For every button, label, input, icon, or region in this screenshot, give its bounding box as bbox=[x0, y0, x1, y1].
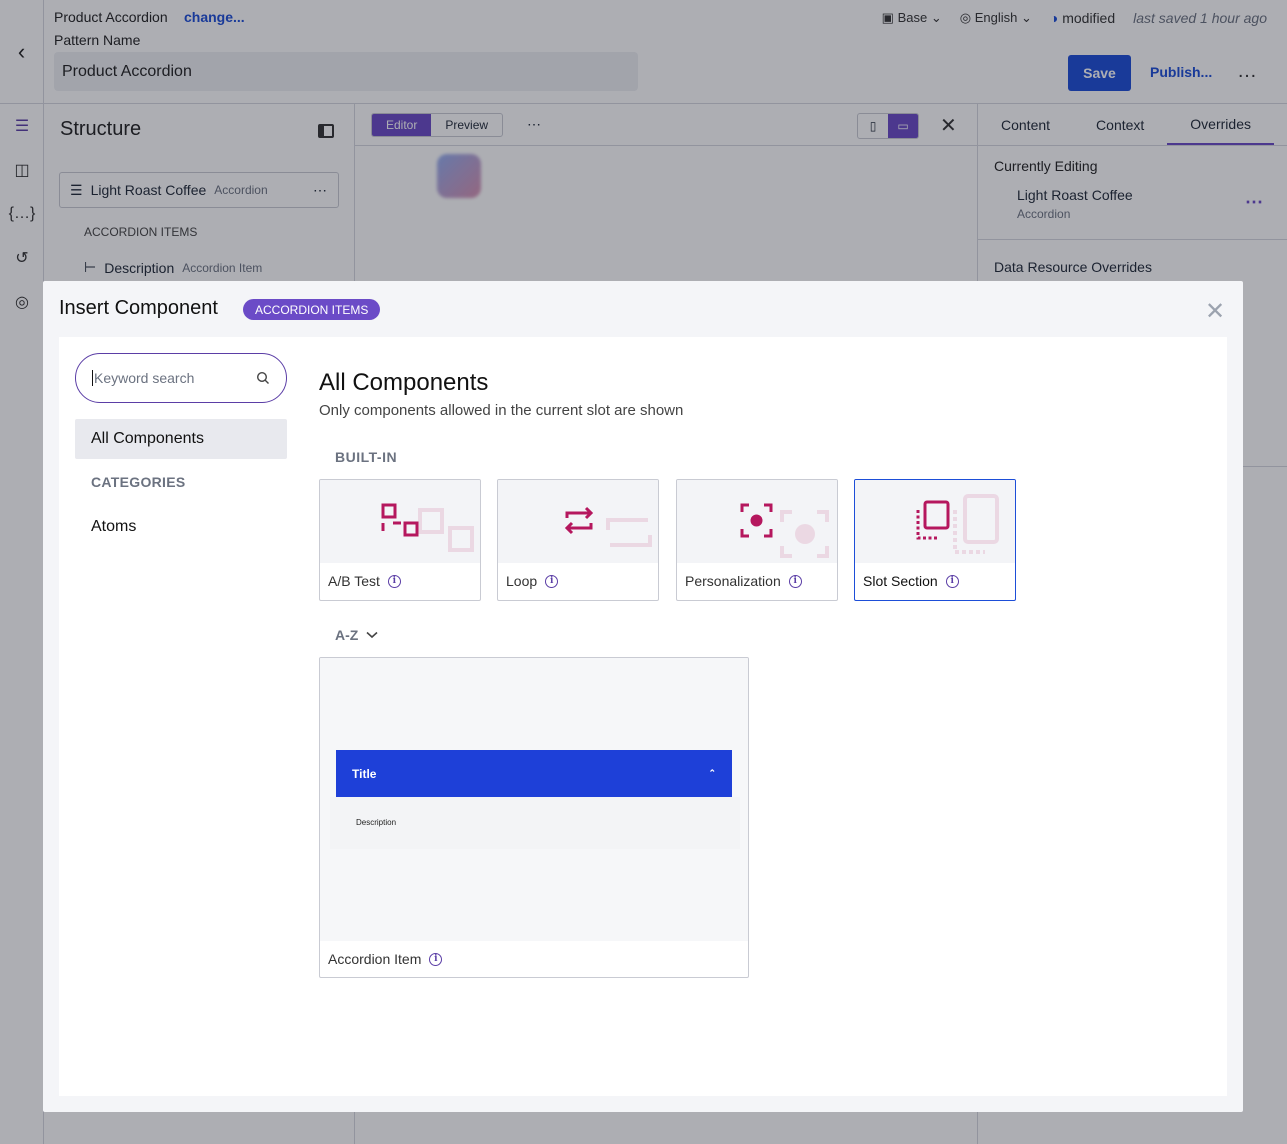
loop-icon bbox=[564, 506, 652, 547]
categories-heading: CATEGORIES bbox=[91, 474, 186, 490]
card-label: Slot Section i bbox=[863, 573, 959, 589]
search-icon bbox=[256, 371, 269, 384]
modal-body: Keyword search All Components CATEGORIES… bbox=[59, 337, 1227, 1096]
component-card-slot-section[interactable]: Slot Section i bbox=[854, 479, 1016, 601]
ab-test-icon bbox=[381, 503, 474, 552]
preview-title: Title bbox=[352, 766, 377, 781]
component-card-personalization[interactable]: Personalization i bbox=[676, 479, 838, 601]
builtin-heading: BUILT-IN bbox=[335, 449, 398, 465]
search-input[interactable]: Keyword search bbox=[75, 353, 287, 403]
info-icon[interactable]: i bbox=[387, 574, 401, 588]
search-placeholder: Keyword search bbox=[94, 370, 195, 386]
component-card-ab-test[interactable]: A/B Test i bbox=[319, 479, 481, 601]
chevron-up-icon: ⌃ bbox=[708, 768, 716, 778]
card-label-text: Slot Section bbox=[863, 573, 938, 589]
nav-all-components[interactable]: All Components bbox=[75, 419, 287, 459]
close-icon[interactable]: ✕ bbox=[1205, 297, 1225, 326]
modal-title: Insert Component bbox=[59, 297, 218, 319]
nav-atoms[interactable]: Atoms bbox=[91, 518, 136, 536]
card-preview bbox=[677, 480, 837, 563]
component-card-loop[interactable]: Loop i bbox=[497, 479, 659, 601]
card-preview bbox=[855, 480, 1015, 563]
chevron-down-icon bbox=[366, 631, 378, 639]
card-label: Accordion Item i bbox=[328, 951, 443, 967]
card-label: A/B Test i bbox=[328, 573, 401, 589]
main-title: All Components bbox=[319, 369, 489, 396]
info-icon[interactable]: i bbox=[429, 952, 443, 966]
component-card-accordion-item[interactable]: Title ⌃ Description Accordion Item i bbox=[319, 657, 749, 978]
slot-section-icon bbox=[916, 494, 999, 554]
card-preview: Title ⌃ Description bbox=[320, 658, 748, 941]
card-label: Loop i bbox=[506, 573, 559, 589]
card-preview bbox=[498, 480, 658, 563]
info-icon[interactable]: i bbox=[788, 574, 802, 588]
card-label-text: Personalization bbox=[685, 573, 781, 589]
text-caret bbox=[92, 370, 93, 386]
personalization-icon bbox=[740, 503, 829, 558]
card-label-text: Loop bbox=[506, 573, 538, 589]
az-label: A-Z bbox=[335, 627, 359, 643]
slot-badge: ACCORDION ITEMS bbox=[243, 299, 381, 320]
main-subtitle: Only components allowed in the current s… bbox=[319, 402, 684, 419]
insert-component-modal: Insert Component ACCORDION ITEMS ✕ Keywo… bbox=[43, 281, 1243, 1112]
preview-accordion-header: Title ⌃ bbox=[336, 750, 732, 797]
info-icon[interactable]: i bbox=[545, 574, 559, 588]
card-preview bbox=[320, 480, 480, 563]
card-label: Personalization i bbox=[685, 573, 802, 589]
az-toggle[interactable]: A-Z bbox=[335, 627, 378, 643]
info-icon[interactable]: i bbox=[945, 574, 959, 588]
card-label-text: Accordion Item bbox=[328, 951, 422, 967]
card-label-text: A/B Test bbox=[328, 573, 380, 589]
preview-description: Description bbox=[356, 818, 397, 827]
